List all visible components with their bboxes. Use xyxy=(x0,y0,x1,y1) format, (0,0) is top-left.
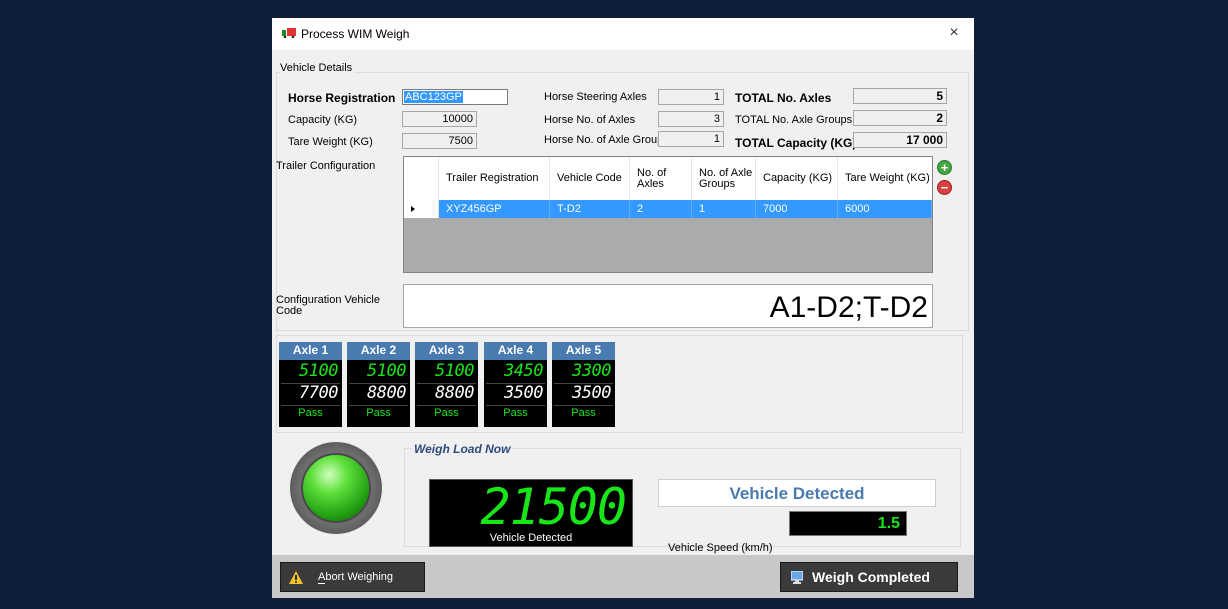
axle-divider xyxy=(486,405,545,406)
add-trailer-button[interactable]: + xyxy=(937,160,952,175)
tare-weight-field: 7500 xyxy=(402,133,477,149)
horse-steering-axles-label: Horse Steering Axles xyxy=(544,91,647,103)
column-header[interactable]: No. of Axles xyxy=(630,157,692,200)
green-light-icon xyxy=(301,453,371,523)
axle-weight: 3300 xyxy=(572,361,611,381)
total-capacity-field: 17 000 xyxy=(853,132,947,148)
horse-axle-groups-label: Horse No. of Axle Groups xyxy=(544,134,669,146)
axle-status: Pass xyxy=(503,407,528,419)
row-arrow-icon xyxy=(411,206,415,212)
axle-1-card: Axle 1 5100 7700 Pass xyxy=(279,342,342,427)
detection-status-banner: Vehicle Detected xyxy=(658,479,936,507)
axle-status: Pass xyxy=(571,407,596,419)
mnemonic-underline xyxy=(318,583,325,584)
computer-icon xyxy=(791,571,803,584)
axle-3-card: Axle 3 5100 8800 Pass xyxy=(415,342,478,427)
total-axle-groups-field: 2 xyxy=(853,110,947,126)
config-vehicle-code-display: A1-D2;T-D2 xyxy=(403,284,933,328)
horse-registration-label: Horse Registration xyxy=(288,91,396,105)
axle-divider xyxy=(281,405,340,406)
horse-registration-value: ABC123GP xyxy=(404,91,463,103)
vehicle-details-title: Vehicle Details xyxy=(280,62,355,74)
total-axles-label: TOTAL No. Axles xyxy=(735,91,832,105)
total-weight-display: 21500 Vehicle Detected xyxy=(429,478,633,547)
trailer-configuration-label: Trailer Configuration xyxy=(276,160,376,172)
horse-axles-label: Horse No. of Axles xyxy=(544,114,636,126)
trailer-grid[interactable]: Trailer Registration Vehicle Code No. of… xyxy=(403,156,933,273)
axle-weight: 5100 xyxy=(299,361,338,381)
capacity-label: Capacity (KG) xyxy=(288,114,358,126)
total-axle-groups-label: TOTAL No. Axle Groups xyxy=(735,114,853,126)
table-cell[interactable]: 7000 xyxy=(756,200,838,218)
capacity-field: 10000 xyxy=(402,111,477,127)
close-button[interactable]: × xyxy=(934,18,974,50)
column-header[interactable]: Capacity (KG) xyxy=(756,157,838,200)
axle-label: Axle 3 xyxy=(415,342,478,360)
horse-registration-input[interactable]: ABC123GP xyxy=(402,89,508,105)
abort-weighing-label: Abort Weighing xyxy=(318,571,394,583)
axle-4-card: Axle 4 3450 3500 Pass xyxy=(484,342,547,427)
axle-weight: 5100 xyxy=(367,361,406,381)
row-header-corner xyxy=(404,157,439,200)
footer-bar: Abort Weighing Weigh Completed xyxy=(272,555,974,598)
title-bar: Process WIM Weigh × xyxy=(272,18,974,50)
axle-label: Axle 5 xyxy=(552,342,615,360)
row-selector[interactable] xyxy=(404,200,439,218)
axle-divider xyxy=(417,405,476,406)
column-header[interactable]: Tare Weight (KG) xyxy=(838,157,932,200)
column-header[interactable]: Vehicle Code xyxy=(550,157,630,200)
axle-divider xyxy=(554,405,613,406)
warning-icon xyxy=(289,571,303,584)
abort-weighing-button[interactable]: Abort Weighing xyxy=(280,562,425,592)
axle-status: Pass xyxy=(366,407,391,419)
axle-label: Axle 2 xyxy=(347,342,410,360)
vehicle-speed-label: Vehicle Speed (km/h) xyxy=(668,542,773,554)
axle-limit: 8800 xyxy=(435,383,474,403)
table-cell[interactable]: XYZ456GP xyxy=(439,200,550,218)
axle-status: Pass xyxy=(434,407,459,419)
weigh-load-now-title: Weigh Load Now xyxy=(412,442,513,456)
axle-label: Axle 4 xyxy=(484,342,547,360)
table-row[interactable]: XYZ456GP T-D2 2 1 7000 6000 xyxy=(404,200,932,218)
trailer-grid-header: Trailer Registration Vehicle Code No. of… xyxy=(404,157,932,200)
table-cell[interactable]: 2 xyxy=(630,200,692,218)
column-header[interactable]: No. of Axle Groups xyxy=(692,157,756,200)
axle-weight: 3450 xyxy=(504,361,543,381)
total-weight-value: 21500 xyxy=(480,478,627,536)
axle-label: Axle 1 xyxy=(279,342,342,360)
column-header[interactable]: Trailer Registration xyxy=(439,157,550,200)
vehicle-speed-display: 1.5 xyxy=(789,511,907,536)
window-title: Process WIM Weigh xyxy=(301,27,410,41)
table-cell[interactable]: 1 xyxy=(692,200,756,218)
remove-trailer-button[interactable]: − xyxy=(937,180,952,195)
weigh-completed-button[interactable]: Weigh Completed xyxy=(780,562,958,592)
process-wim-weigh-window: Process WIM Weigh × Vehicle Details Hors… xyxy=(272,18,974,598)
horse-steering-axles-field: 1 xyxy=(658,89,724,105)
tare-weight-label: Tare Weight (KG) xyxy=(288,136,373,148)
weigh-completed-label: Weigh Completed xyxy=(812,569,930,585)
status-light xyxy=(290,442,382,534)
truck-icon xyxy=(282,28,296,38)
config-vehicle-code-label: Configuration Vehicle Code xyxy=(276,294,380,317)
axle-status: Pass xyxy=(298,407,323,419)
minus-icon: − xyxy=(940,180,949,195)
plus-icon: + xyxy=(940,160,949,175)
total-axles-field: 5 xyxy=(853,88,947,104)
table-cell[interactable]: 6000 xyxy=(838,200,932,218)
axle-limit: 7700 xyxy=(299,383,338,403)
weigh-display-caption: Vehicle Detected xyxy=(489,532,573,544)
horse-axles-field: 3 xyxy=(658,111,724,127)
axle-limit: 8800 xyxy=(367,383,406,403)
axle-5-card: Axle 5 3300 3500 Pass xyxy=(552,342,615,427)
axle-divider xyxy=(349,405,408,406)
axle-limit: 3500 xyxy=(572,383,611,403)
axle-2-card: Axle 2 5100 8800 Pass xyxy=(347,342,410,427)
axle-limit: 3500 xyxy=(504,383,543,403)
axle-weight: 5100 xyxy=(435,361,474,381)
total-capacity-label: TOTAL Capacity (KG) xyxy=(735,136,857,150)
table-cell[interactable]: T-D2 xyxy=(550,200,630,218)
horse-axle-groups-field: 1 xyxy=(658,131,724,147)
